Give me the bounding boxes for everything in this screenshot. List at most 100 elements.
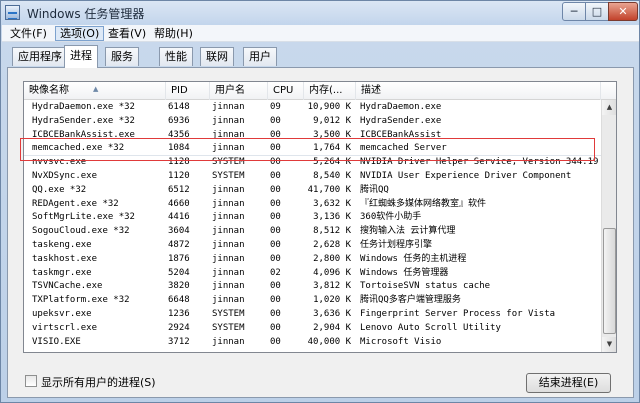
cell-username: jinnan	[212, 102, 245, 112]
cell-description: 任务计划程序引擎	[360, 239, 433, 250]
tab-applications[interactable]: 应用程序	[12, 47, 68, 66]
table-row[interactable]: upeksvr.exe 1236 SYSTEM 00 3,636 K Finge…	[24, 308, 601, 322]
cell-pid: 6148	[168, 102, 190, 112]
scrollbar-thumb[interactable]	[603, 228, 616, 334]
cell-memory: 8,540 K	[313, 170, 351, 181]
cell-image-name: VISIO.EXE	[32, 336, 81, 347]
table-row[interactable]: taskeng.exe 4872 jinnan 00 2,628 K 任务计划程…	[24, 239, 601, 253]
cell-description: ICBCEBankAssist	[360, 129, 442, 140]
table-row[interactable]: TXPlatform.exe *32 6648 jinnan 00 1,020 …	[24, 294, 601, 308]
cell-description: memcached Server	[360, 143, 447, 154]
table-row[interactable]: VISIO.EXE 3712 jinnan 00 40,000 K Micros…	[24, 336, 601, 350]
cell-username: jinnan	[212, 239, 245, 250]
cell-image-name: upeksvr.exe	[32, 308, 92, 319]
column-image-name-label: 映像名称	[29, 85, 69, 96]
cell-pid: 6648	[168, 295, 190, 306]
minimize-button[interactable]: ─	[562, 2, 586, 21]
table-row[interactable]: SogouCloud.exe *32 3604 jinnan 00 8,512 …	[24, 225, 601, 239]
scroll-down-button[interactable]: ▼	[602, 337, 616, 352]
cell-memory: 3,812 K	[313, 281, 351, 292]
table-row[interactable]: REDAgent.exe *32 4660 jinnan 00 3,632 K …	[24, 198, 601, 212]
cell-description: Windows 任务管理器	[360, 267, 449, 278]
cell-username: jinnan	[212, 143, 245, 154]
cell-username: SYSTEM	[212, 157, 245, 168]
table-row[interactable]: virtscrl.exe 2924 SYSTEM 00 2,904 K Leno…	[24, 322, 601, 336]
table-row[interactable]: taskhost.exe 1876 jinnan 00 2,800 K Wind…	[24, 253, 601, 267]
cell-username: SYSTEM	[212, 170, 245, 181]
process-list[interactable]: 映像名称 ▲ PID 用户名 CPU 内存(... 描述 HydraDaemon…	[23, 81, 617, 353]
cell-pid: 1876	[168, 253, 190, 264]
cell-image-name: taskeng.exe	[32, 239, 92, 250]
show-all-users-label[interactable]: 显示所有用户的进程(S)	[41, 374, 156, 390]
cell-description: Microsoft Visio	[360, 336, 442, 347]
cell-memory: 3,632 K	[313, 198, 351, 209]
cell-image-name: SoftMgrLite.exe *32	[32, 212, 135, 223]
cell-description: Windows 任务的主机进程	[360, 253, 467, 264]
table-row[interactable]: nvvsvc.exe 1128 SYSTEM 00 5,264 K NVIDIA…	[24, 156, 601, 170]
table-row[interactable]: HydraDaemon.exe *32 6148 jinnan 09 10,90…	[24, 101, 601, 115]
cell-username: jinnan	[212, 267, 245, 278]
cell-image-name: REDAgent.exe *32	[32, 198, 119, 209]
column-image-name[interactable]: 映像名称 ▲	[24, 82, 166, 100]
table-row[interactable]: TSVNCache.exe 3820 jinnan 00 3,812 K Tor…	[24, 280, 601, 294]
cell-memory: 5,264 K	[313, 157, 351, 168]
menu-help[interactable]: 帮助(H)	[150, 26, 197, 41]
menu-options[interactable]: 选项(O)	[55, 26, 105, 41]
cell-username: jinnan	[212, 129, 245, 140]
cell-image-name: QQ.exe *32	[32, 184, 87, 195]
menu-view[interactable]: 查看(V)	[104, 26, 150, 41]
cell-pid: 2924	[168, 322, 190, 333]
close-button[interactable]: ✕	[608, 2, 638, 21]
cell-pid: 1236	[168, 308, 190, 319]
tab-users[interactable]: 用户	[243, 47, 277, 66]
tab-networking[interactable]: 联网	[200, 47, 234, 66]
tab-services[interactable]: 服务	[105, 47, 139, 66]
column-username[interactable]: 用户名	[210, 82, 268, 100]
cell-username: jinnan	[212, 115, 245, 126]
cell-pid: 1128	[168, 157, 190, 168]
table-row[interactable]: ICBCEBankAssist.exe 4356 jinnan 00 3,500…	[24, 129, 601, 143]
scroll-up-button[interactable]: ▲	[602, 100, 616, 115]
table-row[interactable]: NvXDSync.exe 1120 SYSTEM 00 8,540 K NVID…	[24, 170, 601, 184]
tab-performance[interactable]: 性能	[159, 47, 193, 66]
tab-processes[interactable]: 进程	[64, 45, 98, 68]
cell-description: Fingerprint Server Process for Vista	[360, 308, 556, 319]
table-row[interactable]: QQ.exe *32 6512 jinnan 00 41,700 K 腾讯QQ	[24, 184, 601, 198]
cell-description: 360软件小助手	[360, 212, 422, 223]
cell-memory: 8,512 K	[313, 226, 351, 237]
cell-memory: 4,096 K	[313, 267, 351, 278]
table-row-highlighted[interactable]: memcached.exe *32 1084 jinnan 00 1,764 K…	[24, 142, 601, 157]
cell-pid: 3712	[168, 336, 190, 347]
table-row[interactable]: taskmgr.exe 5204 jinnan 02 4,096 K Windo…	[24, 267, 601, 281]
cell-description: 腾讯QQ多客户端管理服务	[360, 295, 461, 306]
cell-memory: 40,000 K	[307, 336, 351, 347]
menu-file[interactable]: 文件(F)	[6, 26, 51, 41]
maximize-button[interactable]: □	[585, 2, 609, 21]
cell-image-name: virtscrl.exe	[32, 322, 98, 333]
cell-image-name: taskmgr.exe	[32, 267, 92, 278]
cell-username: jinnan	[212, 184, 245, 195]
show-all-users-checkbox[interactable]	[25, 375, 37, 387]
column-description[interactable]: 描述	[356, 82, 601, 100]
cell-memory: 3,136 K	[313, 212, 351, 223]
cell-image-name: taskhost.exe	[32, 253, 98, 264]
cell-memory: 2,628 K	[313, 239, 351, 250]
cell-image-name: nvvsvc.exe	[32, 157, 87, 168]
cell-username: jinnan	[212, 281, 245, 292]
sort-ascending-icon: ▲	[93, 85, 99, 93]
cell-pid: 5204	[168, 267, 190, 278]
table-row[interactable]: SoftMgrLite.exe *32 4416 jinnan 00 3,136…	[24, 211, 601, 225]
column-header-row: 映像名称 ▲ PID 用户名 CPU 内存(... 描述	[24, 82, 616, 100]
cell-pid: 4872	[168, 239, 190, 250]
end-process-button[interactable]: 结束进程(E)	[526, 373, 611, 393]
cell-pid: 3820	[168, 281, 190, 292]
cell-memory: 3,500 K	[313, 129, 351, 140]
table-row[interactable]: HydraSender.exe *32 6936 jinnan 00 9,012…	[24, 115, 601, 129]
cell-description: NVIDIA Driver Helper Service, Version 34…	[360, 157, 599, 168]
menu-bar: 文件(F) 选项(O) 查看(V) 帮助(H)	[2, 25, 639, 42]
column-cpu[interactable]: CPU	[268, 82, 304, 100]
cell-memory: 1,020 K	[313, 295, 351, 306]
column-pid[interactable]: PID	[166, 82, 210, 100]
column-memory[interactable]: 内存(...	[304, 82, 356, 100]
vertical-scrollbar[interactable]: ▲ ▼	[601, 100, 616, 352]
